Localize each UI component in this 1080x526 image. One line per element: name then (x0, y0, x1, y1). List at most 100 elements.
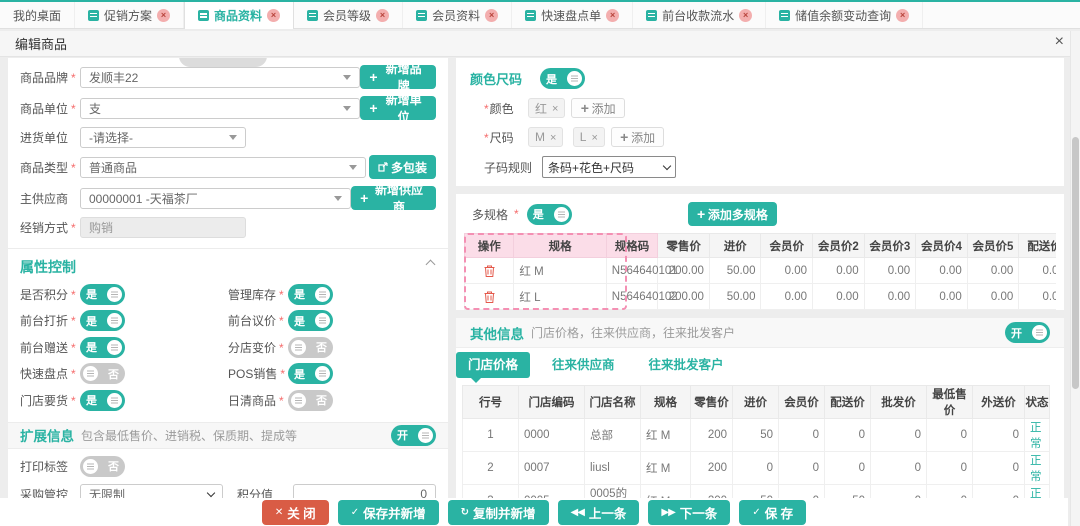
tab[interactable]: 会员资料 × (403, 2, 512, 28)
spec-value-cell[interactable]: 0.00 (761, 284, 813, 310)
spec-value-cell[interactable]: 0.00 (864, 258, 916, 284)
vertical-scrollbar[interactable] (1070, 31, 1080, 526)
multi-package-button[interactable]: 多包装 (369, 155, 436, 179)
toggle-switch[interactable]: 是 (80, 310, 125, 331)
toggle-switch[interactable]: 是 (288, 284, 333, 305)
toggle-switch[interactable]: 是 (80, 337, 125, 358)
supplier-select[interactable]: 00000001 -天福茶厂 (80, 188, 351, 209)
toggle-knob (291, 340, 306, 355)
close-tab-icon[interactable]: × (606, 9, 619, 22)
other-info-tab[interactable]: 往来批发客户 (637, 352, 736, 378)
brand-select[interactable]: 发顺丰22 (80, 67, 360, 88)
close-tab-icon[interactable]: × (739, 9, 752, 22)
add-brand-button[interactable]: 新增品牌 (360, 65, 436, 89)
toggle-knob (418, 428, 433, 443)
close-tab-icon[interactable]: × (485, 9, 498, 22)
toggle-switch[interactable]: 是 (288, 310, 333, 331)
field-row-brand: 商品品牌 发顺丰22 新增品牌 (20, 65, 436, 89)
subcode-rule-value: 条码+花色+尺码 (548, 159, 634, 176)
close-tab-icon[interactable]: × (157, 9, 170, 22)
scrollbar-thumb[interactable] (1072, 137, 1079, 389)
remove-tag-icon[interactable] (552, 101, 558, 115)
spec-value-cell[interactable]: 0.00 (1019, 284, 1056, 310)
add-supplier-button[interactable]: 新增供应商 (351, 186, 436, 210)
tab[interactable]: 促销方案 × (75, 2, 184, 28)
store-name-cell: 总部 (585, 419, 641, 452)
attribute-toggle-row: 门店要货 是 (20, 387, 228, 414)
spec-value-cell[interactable]: 0.00 (813, 258, 865, 284)
purchase-price-cell: 0 (733, 452, 779, 485)
store-col-header: 门店名称 (585, 386, 641, 419)
remove-tag-icon[interactable] (591, 130, 597, 144)
tab[interactable]: 快速盘点单 × (512, 2, 633, 28)
other-info-tab[interactable]: 门店价格 (456, 352, 530, 378)
caret-down-icon (229, 135, 237, 140)
store-col-header: 状态 (1025, 386, 1050, 419)
print-label-toggle[interactable]: 否 (80, 456, 125, 477)
toggle-switch[interactable]: 是 (80, 390, 125, 411)
attribute-toggle-row: 前台议价 是 (228, 308, 436, 335)
spec-value-cell[interactable]: 0.00 (761, 258, 813, 284)
close-icon[interactable]: × (1055, 33, 1064, 51)
delete-cell[interactable] (465, 258, 514, 284)
trash-icon[interactable] (484, 291, 495, 303)
add-color-button[interactable]: 添加 (571, 98, 624, 118)
purchase-unit-select[interactable]: -请选择- (80, 127, 246, 148)
multi-spec-toggle[interactable]: 是 (527, 204, 572, 225)
other-info-tab[interactable]: 往来供应商 (540, 352, 627, 378)
spec-value-cell[interactable]: 50.00 (709, 258, 761, 284)
color-size-title: 颜色尺码 (470, 69, 526, 88)
spec-value-cell[interactable]: 0.00 (1019, 258, 1056, 284)
store-row[interactable]: 2 0007 liusl 红 M 200 0 0 0 0 0 0 正常 (463, 452, 1050, 485)
toggle-switch[interactable]: 是 (80, 284, 125, 305)
toggle-switch[interactable]: 否 (80, 363, 125, 384)
toggle-switch[interactable]: 否 (288, 337, 333, 358)
trash-icon[interactable] (484, 265, 495, 277)
spec-value-cell[interactable]: 0.00 (916, 258, 968, 284)
add-unit-button[interactable]: 新增单位 (360, 96, 436, 120)
footer-button[interactable]: ↻ 复制并新增 (448, 500, 549, 525)
row-no-cell: 1 (463, 419, 519, 452)
extend-toggle[interactable]: 开 (391, 425, 436, 446)
active-tab-pointer (471, 378, 481, 383)
spec-value-cell[interactable]: 0.00 (967, 258, 1019, 284)
close-tab-icon[interactable]: × (267, 9, 280, 22)
tab[interactable]: 储值余额变动查询 × (766, 2, 923, 28)
footer-button[interactable]: ▶▶ 下一条 (648, 500, 730, 525)
tab-label: 储值余额变动查询 (795, 7, 891, 24)
type-select[interactable]: 普通商品 (80, 157, 366, 178)
store-row[interactable]: 1 0000 总部 红 M 200 50 0 0 0 0 0 正常 (463, 419, 1050, 452)
chevron-up-icon[interactable] (426, 260, 436, 270)
toggle-switch[interactable]: 是 (288, 363, 333, 384)
spec-col-header: 规格码 (606, 234, 658, 258)
subcode-rule-select[interactable]: 条码+花色+尺码 (542, 156, 676, 178)
tab[interactable]: 我的桌面 (0, 2, 75, 28)
tab[interactable]: 会员等级 × (294, 2, 403, 28)
toggle-switch[interactable]: 否 (288, 390, 333, 411)
close-tab-icon[interactable]: × (376, 9, 389, 22)
spec-value-cell[interactable]: 0.00 (864, 284, 916, 310)
footer-button[interactable]: ✓ 保存并新增 (338, 500, 439, 525)
plus-icon (369, 100, 377, 116)
unit-select[interactable]: 支 (80, 98, 360, 119)
spec-value-cell[interactable]: 50.00 (709, 284, 761, 310)
delete-cell[interactable] (465, 284, 514, 310)
footer-button[interactable]: ◀◀ 上一条 (558, 500, 640, 525)
add-size-button[interactable]: 添加 (611, 127, 664, 147)
add-multi-spec-button[interactable]: 添加多规格 (688, 202, 777, 226)
size-tag: L (573, 127, 605, 147)
row-no-cell: 2 (463, 452, 519, 485)
color-size-toggle[interactable]: 是 (540, 68, 585, 89)
delivery-price-cell: 0 (825, 419, 871, 452)
spec-value-cell[interactable]: 0.00 (813, 284, 865, 310)
tab[interactable]: 商品资料 × (184, 2, 294, 29)
remove-tag-icon[interactable] (550, 130, 556, 144)
other-info-toggle[interactable]: 开 (1005, 322, 1050, 343)
tab[interactable]: 前台收款流水 × (633, 2, 766, 28)
other-info-card: 其他信息 门店价格，往来供应商，往来批发客户 开 门店价格 往来供应商 往来批发… (456, 318, 1064, 526)
footer-button[interactable]: ✕ 关 闭 (262, 500, 329, 525)
spec-value-cell[interactable]: 0.00 (967, 284, 1019, 310)
footer-button[interactable]: ✓ 保 存 (739, 500, 806, 525)
close-tab-icon[interactable]: × (896, 9, 909, 22)
spec-value-cell[interactable]: 0.00 (916, 284, 968, 310)
